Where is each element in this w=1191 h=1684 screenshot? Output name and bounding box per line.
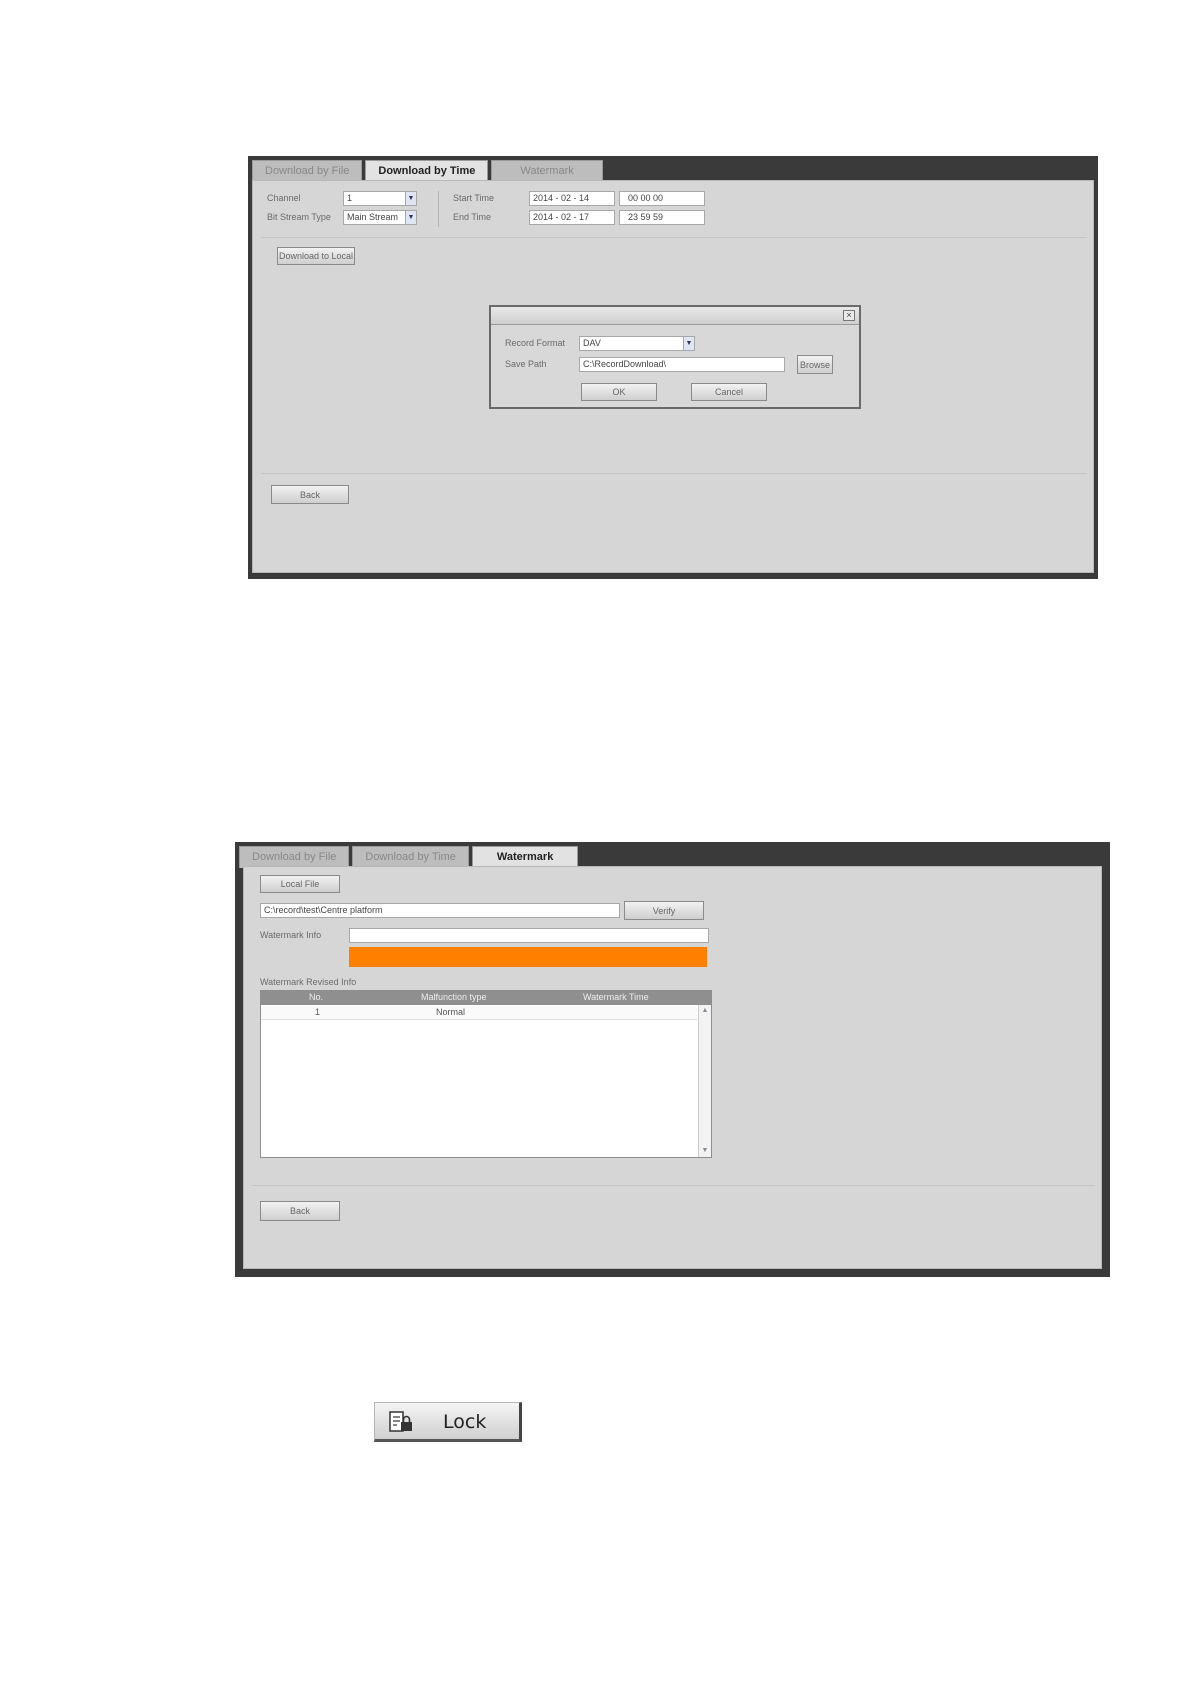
record-format-select[interactable]: DAV ▼ bbox=[579, 336, 695, 351]
tab-download-by-file[interactable]: Download by File bbox=[239, 846, 350, 868]
column-header-watermark-time: Watermark Time bbox=[583, 992, 649, 1002]
tab-download-by-time[interactable]: Download by Time bbox=[365, 160, 489, 182]
end-date-input[interactable]: 2014 - 02 - 17 bbox=[529, 210, 615, 225]
back-button[interactable]: Back bbox=[260, 1201, 340, 1221]
bit-stream-type-value: Main Stream bbox=[347, 212, 399, 222]
download-to-local-button[interactable]: Download to Local bbox=[277, 247, 355, 265]
record-format-value: DAV bbox=[583, 338, 601, 348]
table-row[interactable]: 1 Normal bbox=[261, 1006, 697, 1020]
channel-value: 1 bbox=[347, 193, 353, 203]
column-header-no: No. bbox=[309, 992, 324, 1002]
channel-select[interactable]: 1 ▼ bbox=[343, 191, 417, 206]
end-time-input[interactable]: 23 59 59 bbox=[619, 210, 705, 225]
back-button[interactable]: Back bbox=[271, 485, 349, 504]
watermark-panel: Download by File Download by Time Waterm… bbox=[235, 842, 1110, 1277]
panel2-tab-bar: Download by File Download by Time Waterm… bbox=[239, 846, 581, 868]
watermark-info-field bbox=[349, 928, 709, 943]
panel1-body: Channel 1 ▼ Bit Stream Type Main Stream … bbox=[252, 180, 1094, 573]
tab-watermark[interactable]: Watermark bbox=[471, 846, 579, 868]
end-time-label: End Time bbox=[453, 212, 492, 222]
watermark-table: No. Malfunction type Watermark Time 1 No… bbox=[260, 990, 712, 1158]
browse-button[interactable]: Browse bbox=[797, 355, 833, 374]
tab-download-by-file[interactable]: Download by File bbox=[252, 160, 363, 182]
bit-stream-type-label: Bit Stream Type bbox=[267, 212, 331, 222]
start-time-label: Start Time bbox=[453, 193, 495, 203]
verify-button[interactable]: Verify bbox=[624, 901, 704, 920]
ok-button[interactable]: OK bbox=[581, 383, 657, 401]
cell-no: 1 bbox=[315, 1007, 321, 1017]
tab-watermark[interactable]: Watermark bbox=[491, 160, 603, 182]
local-file-button[interactable]: Local File bbox=[260, 875, 340, 893]
table-scrollbar[interactable]: ▲ ▼ bbox=[698, 1005, 711, 1157]
start-time-input[interactable]: 00 00 00 bbox=[619, 191, 705, 206]
separator-top bbox=[261, 237, 1087, 238]
lock-button-label: Lock bbox=[443, 1411, 487, 1433]
chevron-down-icon[interactable]: ▼ bbox=[405, 211, 416, 224]
scroll-down-icon[interactable]: ▼ bbox=[699, 1145, 711, 1157]
panel1-tab-bar: Download by File Download by Time Waterm… bbox=[252, 160, 606, 182]
lock-button[interactable]: Lock bbox=[374, 1402, 522, 1442]
table-header: No. Malfunction type Watermark Time bbox=[261, 991, 711, 1005]
tab-download-by-time[interactable]: Download by Time bbox=[352, 846, 469, 868]
download-dialog: × Record Format DAV ▼ Save Path C:\Recor… bbox=[489, 305, 861, 409]
start-date-input[interactable]: 2014 - 02 - 14 bbox=[529, 191, 615, 206]
bit-stream-type-select[interactable]: Main Stream ▼ bbox=[343, 210, 417, 225]
cell-malfunction-type: Normal bbox=[436, 1007, 466, 1017]
watermark-info-label: Watermark Info bbox=[260, 930, 322, 940]
cancel-button[interactable]: Cancel bbox=[691, 383, 767, 401]
panel2-body: Local File C:\record\test\Centre platfor… bbox=[243, 866, 1102, 1269]
column-header-malfunction-type: Malfunction type bbox=[421, 992, 487, 1002]
chevron-down-icon[interactable]: ▼ bbox=[405, 192, 416, 205]
vertical-divider bbox=[438, 191, 439, 227]
download-by-time-panel: Download by File Download by Time Waterm… bbox=[248, 156, 1098, 579]
record-format-label: Record Format bbox=[505, 338, 566, 348]
dialog-title-bar: × bbox=[491, 307, 859, 325]
file-path-input[interactable]: C:\record\test\Centre platform bbox=[260, 903, 620, 918]
lock-file-icon bbox=[389, 1411, 412, 1432]
watermark-progress-bar bbox=[349, 947, 707, 967]
save-path-label: Save Path bbox=[505, 359, 547, 369]
watermark-progress-fill bbox=[349, 947, 707, 967]
save-path-input[interactable]: C:\RecordDownload\ bbox=[579, 357, 785, 372]
channel-label: Channel bbox=[267, 193, 301, 203]
close-icon[interactable]: × bbox=[843, 310, 855, 321]
scroll-up-icon[interactable]: ▲ bbox=[699, 1005, 711, 1017]
chevron-down-icon[interactable]: ▼ bbox=[683, 337, 694, 350]
separator-bottom bbox=[261, 473, 1087, 474]
separator-bottom bbox=[252, 1185, 1095, 1186]
watermark-revised-info-label: Watermark Revised Info bbox=[260, 977, 357, 987]
